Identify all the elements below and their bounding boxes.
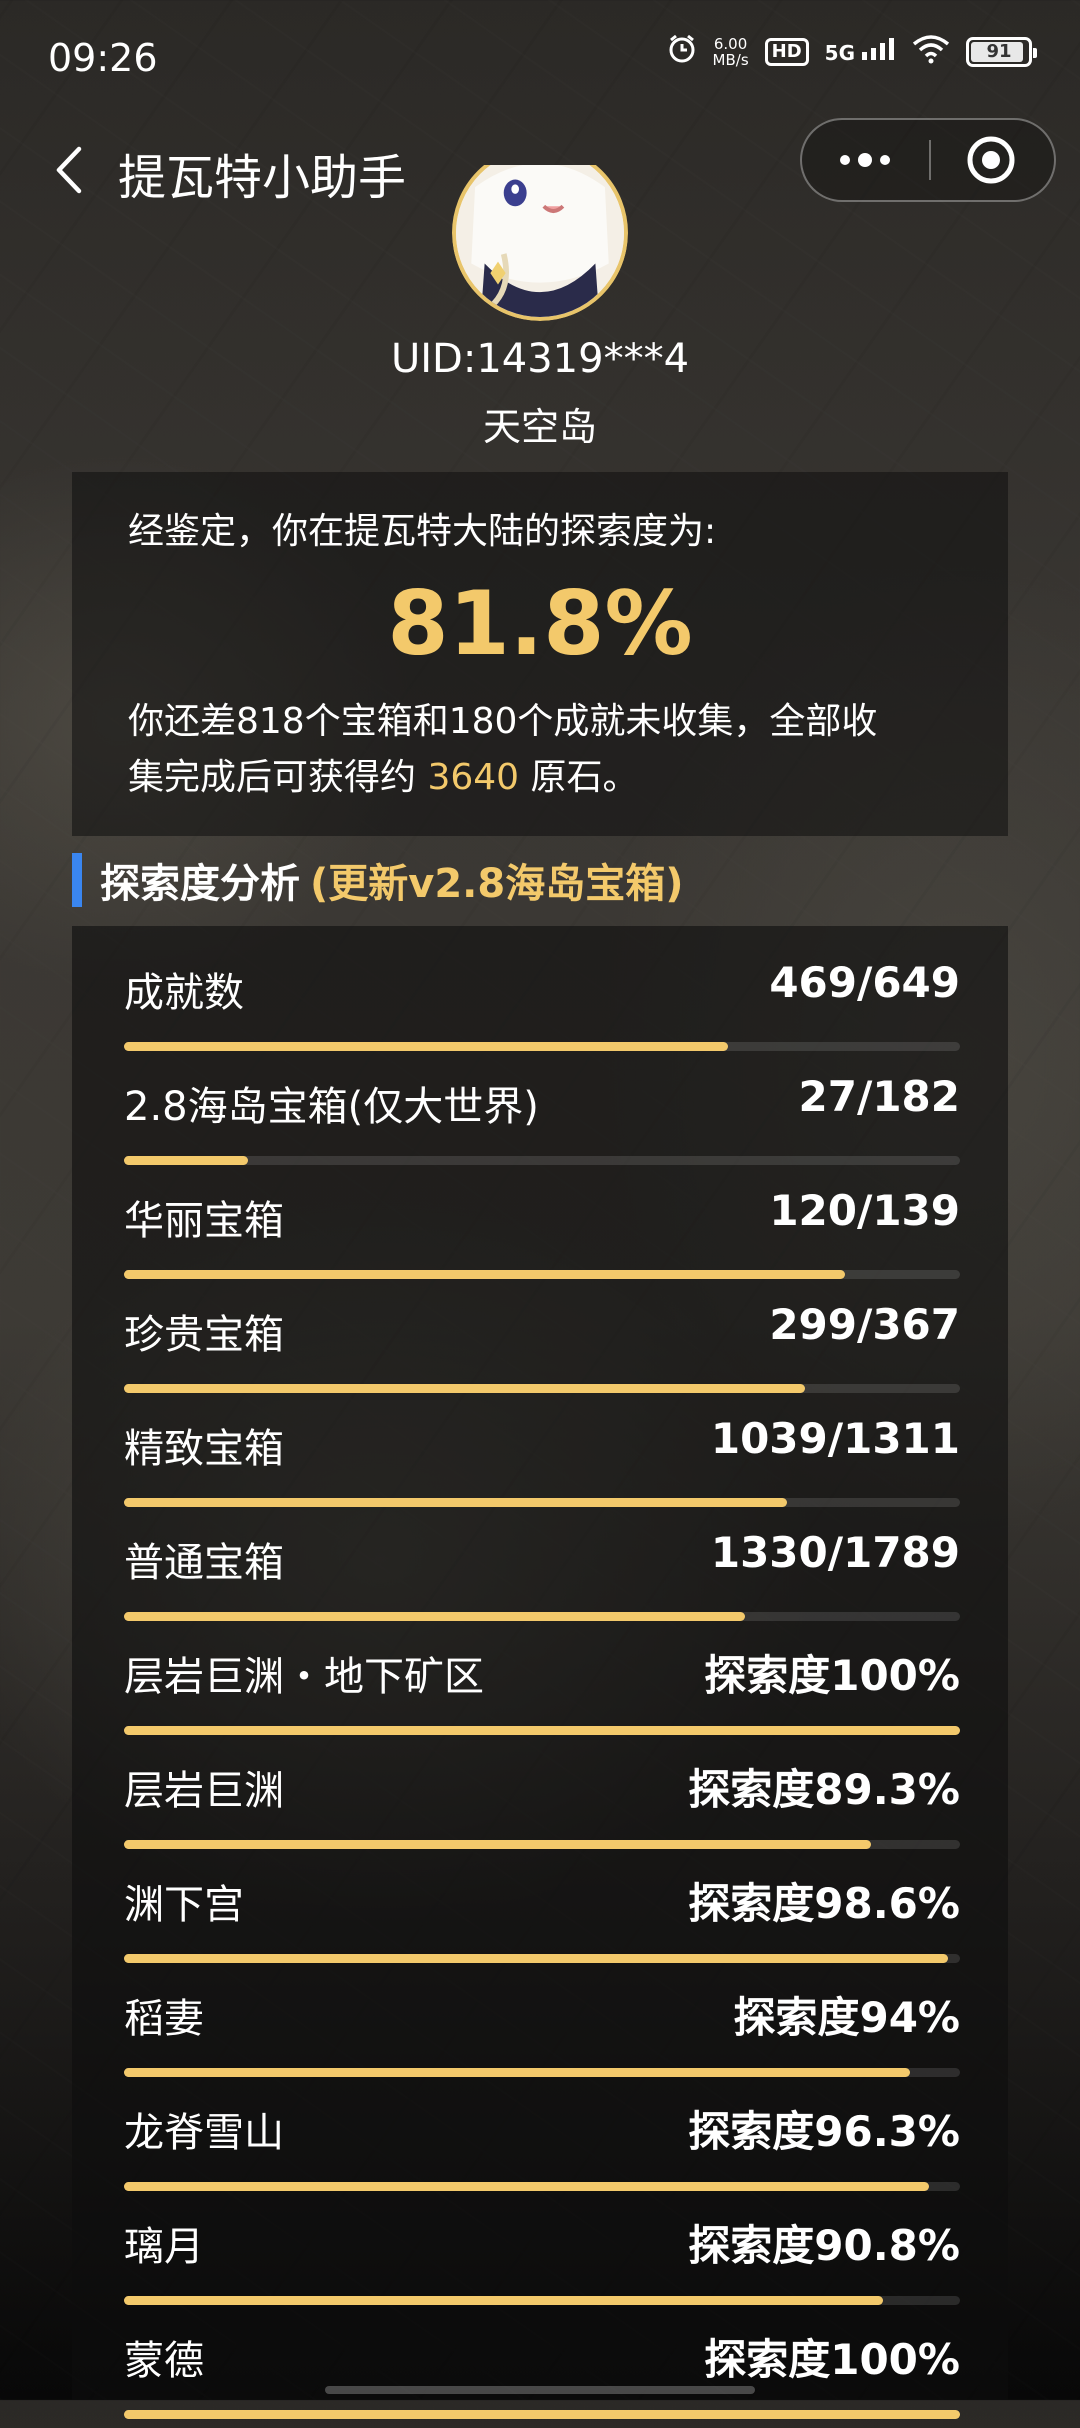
avatar[interactable] xyxy=(452,165,628,321)
primogem-count: 3640 xyxy=(427,757,520,798)
progress-fill xyxy=(124,1042,728,1051)
list-item: 华丽宝箱 120/139 xyxy=(124,1174,960,1288)
progress-fill xyxy=(124,1498,787,1507)
list-item-value: 299/367 xyxy=(769,1300,960,1349)
list-item-value: 探索度90.8% xyxy=(688,2221,960,2270)
list-item-label: 稻妻 xyxy=(124,1996,204,2042)
progress-track xyxy=(124,1840,960,1849)
more-dots-icon xyxy=(840,153,890,167)
section-title: 探索度分析 (更新v2.8海岛宝箱) xyxy=(72,852,684,908)
uid-text: UID:14319***4 xyxy=(390,336,690,382)
list-item-label: 珍贵宝箱 xyxy=(124,1312,284,1358)
list-item-value: 探索度100% xyxy=(704,1651,960,1700)
section-title-text: 探索度分析 xyxy=(100,861,300,907)
progress-fill xyxy=(124,1612,745,1621)
list-item-label: 成就数 xyxy=(124,970,244,1016)
net-speed: 6.00 MB/s xyxy=(712,34,749,69)
list-item: 2.8海岛宝箱(仅大世界) 27/182 xyxy=(124,1060,960,1174)
target-close-icon xyxy=(967,136,1015,184)
list-item-value: 探索度96.3% xyxy=(688,2107,960,2156)
progress-fill xyxy=(124,1954,948,1963)
wifi-icon xyxy=(912,34,950,69)
list-item-value: 120/139 xyxy=(769,1186,960,1235)
list-item-label: 龙脊雪山 xyxy=(124,2110,284,2156)
hd-icon: HD xyxy=(764,37,809,66)
progress-fill xyxy=(124,1840,871,1849)
progress-track xyxy=(124,1270,960,1279)
progress-fill xyxy=(124,2296,883,2305)
back-button[interactable] xyxy=(38,140,98,200)
status-time: 09:26 xyxy=(48,36,158,80)
list-item: 层岩巨渊 探索度89.3% xyxy=(124,1744,960,1858)
list-item: 成就数 469/649 xyxy=(124,946,960,1060)
list-item: 渊下宫 探索度98.6% xyxy=(124,1858,960,1972)
list-item: 精致宝箱 1039/1311 xyxy=(124,1402,960,1516)
chevron-left-icon xyxy=(56,146,82,194)
progress-track xyxy=(124,1156,960,1165)
mini-program-capsule xyxy=(800,118,1056,202)
progress-track xyxy=(124,1384,960,1393)
progress-track xyxy=(124,1612,960,1621)
progress-track xyxy=(124,1498,960,1507)
progress-track xyxy=(124,1042,960,1051)
progress-fill xyxy=(124,1384,805,1393)
progress-track xyxy=(124,2410,960,2419)
section-subtitle: (更新v2.8海岛宝箱) xyxy=(310,861,684,907)
signal-icon: 5G xyxy=(825,38,896,65)
list-item-value: 469/649 xyxy=(769,958,960,1007)
list-item-label: 璃月 xyxy=(124,2224,204,2270)
list-item-value: 探索度100% xyxy=(704,2335,960,2384)
exploration-list: 成就数 469/649 2.8海岛宝箱(仅大世界) 27/182 华丽宝箱 120/139… xyxy=(72,926,1008,2419)
list-item-label: 层岩巨渊 xyxy=(124,1768,284,1814)
list-item: 璃月 探索度90.8% xyxy=(124,2200,960,2314)
progress-track xyxy=(124,1954,960,1963)
list-item-label: 2.8海岛宝箱(仅大世界) xyxy=(124,1084,539,1130)
list-item-value: 探索度89.3% xyxy=(688,1765,960,1814)
progress-fill xyxy=(124,2182,929,2191)
progress-track xyxy=(124,2068,960,2077)
status-bar: 09:26 6.00 MB/s HD 5G 91 xyxy=(0,0,1080,116)
progress-track xyxy=(124,1726,960,1735)
alarm-icon xyxy=(667,34,697,69)
progress-track xyxy=(124,2182,960,2191)
total-exploration-percent: 81.8% xyxy=(387,572,693,675)
list-item-value: 1330/1789 xyxy=(710,1528,960,1577)
list-item: 蒙德 探索度100% xyxy=(124,2314,960,2428)
list-item-value: 27/182 xyxy=(798,1072,960,1121)
page-title: 提瓦特小助手 xyxy=(118,150,407,206)
list-item-label: 普通宝箱 xyxy=(124,1540,284,1586)
progress-fill xyxy=(124,1270,845,1279)
home-indicator xyxy=(325,2386,755,2394)
list-item: 龙脊雪山 探索度96.3% xyxy=(124,2086,960,2200)
list-item-label: 渊下宫 xyxy=(124,1882,244,1928)
list-item: 珍贵宝箱 299/367 xyxy=(124,1288,960,1402)
more-button[interactable] xyxy=(802,120,928,200)
battery-icon: 91 xyxy=(966,36,1037,67)
list-item-value: 探索度94% xyxy=(733,1993,960,2042)
progress-fill xyxy=(124,2410,960,2419)
status-icons: 6.00 MB/s HD 5G 91 xyxy=(667,34,1037,69)
server-region: 天空岛 xyxy=(482,405,597,449)
section-marker xyxy=(72,853,82,907)
list-item-value: 1039/1311 xyxy=(710,1414,960,1463)
list-item: 稻妻 探索度94% xyxy=(124,1972,960,2086)
list-item-label: 蒙德 xyxy=(124,2338,204,2384)
list-item-label: 华丽宝箱 xyxy=(124,1198,284,1244)
close-button[interactable] xyxy=(928,120,1054,200)
exploration-summary: 经鉴定，你在提瓦特大陆的探索度为: 81.8% 你还差818个宝箱和180个成就… xyxy=(72,472,1008,836)
summary-intro: 经鉴定，你在提瓦特大陆的探索度为: xyxy=(128,511,717,552)
progress-fill xyxy=(124,1156,248,1165)
progress-fill xyxy=(124,1726,960,1735)
progress-fill xyxy=(124,2068,910,2077)
summary-description: 你还差818个宝箱和180个成就未收集，全部收 集完成后可获得约 3640 原石… xyxy=(128,701,878,798)
list-item-value: 探索度98.6% xyxy=(688,1879,960,1928)
progress-track xyxy=(124,2296,960,2305)
list-item-label: 精致宝箱 xyxy=(124,1426,284,1472)
list-item: 普通宝箱 1330/1789 xyxy=(124,1516,960,1630)
list-item: 层岩巨渊・地下矿区 探索度100% xyxy=(124,1630,960,1744)
list-item-label: 层岩巨渊・地下矿区 xyxy=(124,1654,484,1700)
